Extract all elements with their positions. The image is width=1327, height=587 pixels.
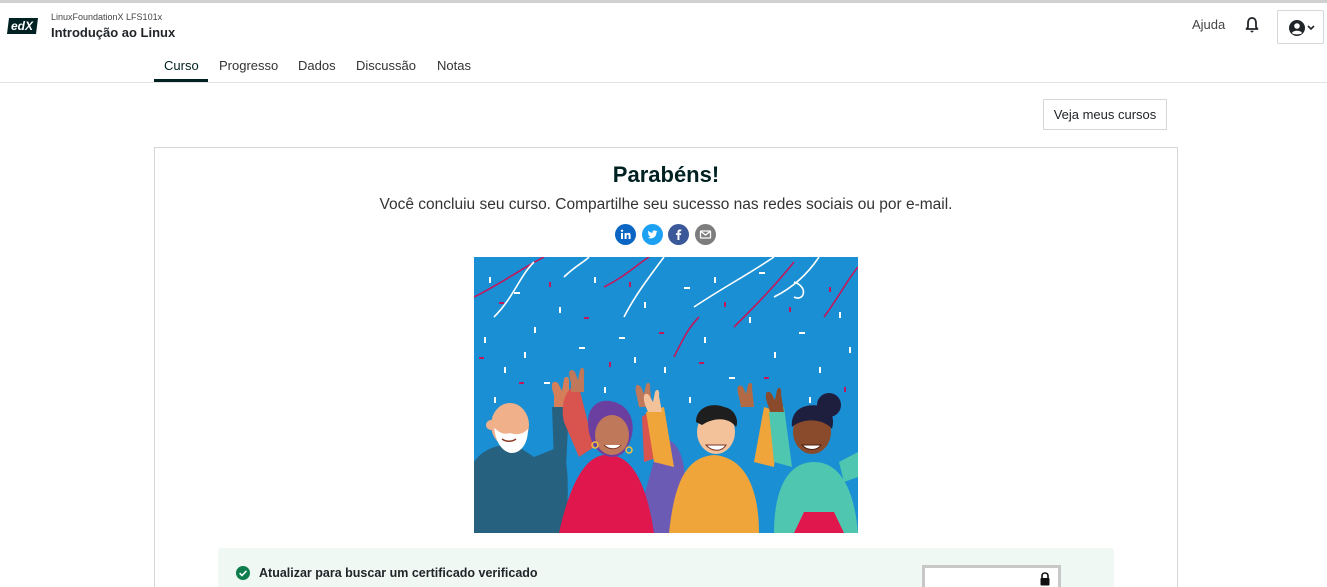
email-icon (695, 224, 716, 245)
facebook-icon (668, 224, 689, 245)
course-title: Introdução ao Linux (51, 25, 176, 40)
certificate-upgrade-text: Atualizar para buscar um certificado ver… (259, 566, 538, 580)
check-circle-icon (236, 566, 250, 580)
linkedin-share-button[interactable] (615, 224, 636, 245)
account-menu-button[interactable] (1277, 10, 1324, 44)
tab-dados[interactable]: Dados (298, 58, 336, 83)
linkedin-icon (615, 224, 636, 245)
chevron-down-icon (1307, 25, 1315, 31)
twitter-icon (642, 224, 663, 245)
active-tab-indicator (154, 79, 208, 82)
svg-text:edX: edX (11, 19, 34, 33)
tab-discussao[interactable]: Discussão (356, 58, 416, 83)
facebook-share-button[interactable] (668, 224, 689, 245)
tab-notas[interactable]: Notas (437, 58, 471, 83)
email-share-button[interactable] (695, 224, 716, 245)
congrats-subtitle: Você concluiu seu curso. Compartilhe seu… (379, 196, 953, 213)
course-org: LinuxFoundationX LFS101x (51, 12, 163, 22)
user-avatar-icon (1289, 20, 1305, 36)
edx-logo[interactable]: edX (7, 16, 39, 36)
bell-icon[interactable] (1244, 16, 1260, 34)
course-tabs: Curso Progresso Dados Discussão Notas (0, 46, 1327, 83)
view-my-courses-button[interactable]: Veja meus cursos (1043, 99, 1167, 130)
lock-icon (1040, 572, 1050, 586)
help-link[interactable]: Ajuda (1192, 17, 1225, 32)
celebration-illustration (474, 257, 858, 533)
congrats-title: Parabéns! (612, 162, 720, 187)
twitter-share-button[interactable] (642, 224, 663, 245)
tab-progresso[interactable]: Progresso (219, 58, 278, 83)
header: edX LinuxFoundationX LFS101x Introdução … (0, 3, 1327, 46)
